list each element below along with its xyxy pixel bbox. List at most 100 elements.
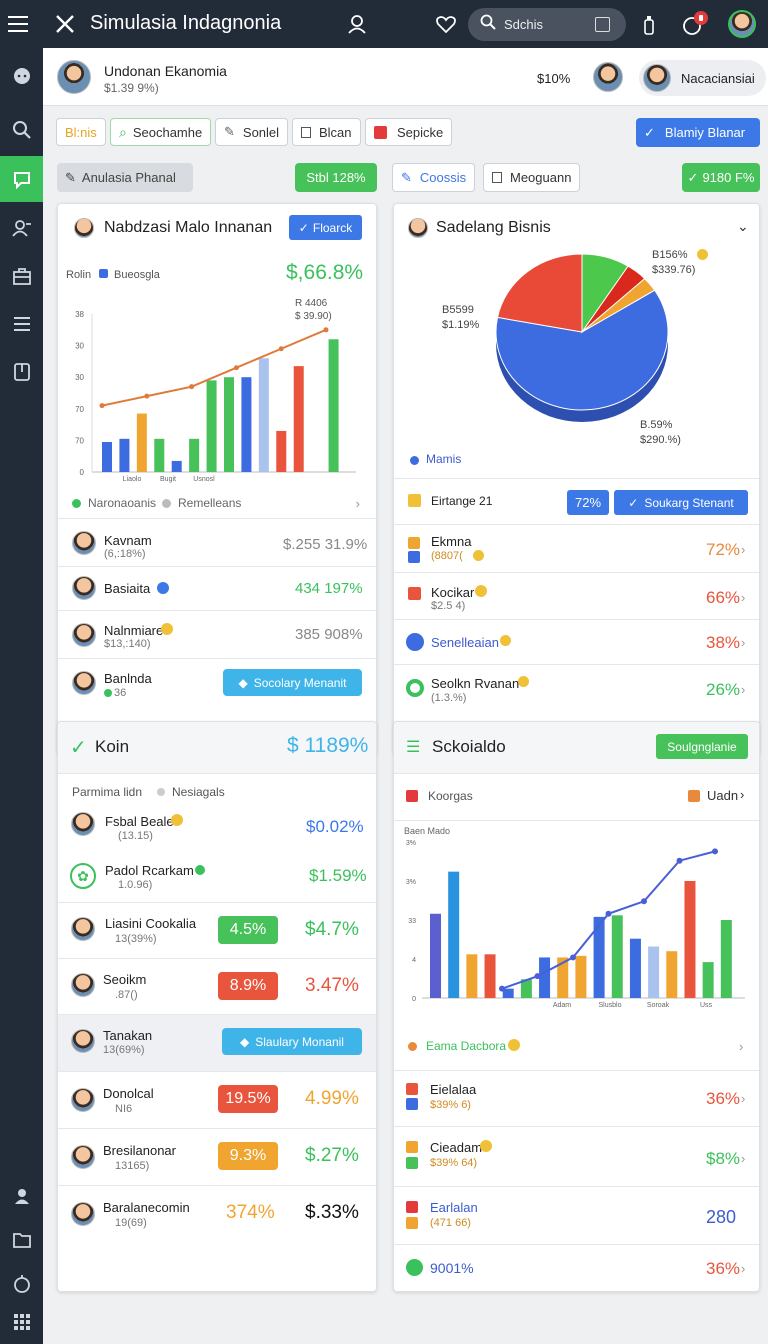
folder-icon[interactable] [0,1220,43,1260]
user-chip[interactable]: Nacaciansiai [639,60,766,96]
card1-row-button-label: Socolary Menanit [253,675,347,690]
card1-row[interactable]: Kavnam (6,:18%) $.255 31.9% [58,518,376,566]
card2-row[interactable]: Senelleaian 38% › [394,619,759,664]
card4-row-swatch-b [406,1098,418,1110]
chart3-bar [629,938,641,998]
card2-badge[interactable]: 72% [567,490,609,515]
card1-row-button[interactable]: ◆ Socolary Menanit [223,669,362,696]
heart-icon[interactable] [436,15,456,38]
card2-row[interactable]: Seolkn Rvanan (1.3.%) 26% › [394,664,759,710]
search-nav-icon[interactable] [0,110,43,150]
header-avatar-2[interactable] [593,62,623,92]
card1-footer-a: Naronaoanis [88,496,157,510]
card1-row[interactable]: Basiaita 434 197% [58,566,376,610]
status-badge-1[interactable]: Stbl 128% [295,163,377,192]
message-icon[interactable] [0,156,43,202]
chart1-bar [102,441,112,472]
profile-nav-icon[interactable] [0,1176,43,1216]
card3-row[interactable]: Bresilanonar 13165) 9.3% $.27% [58,1128,376,1185]
card2-row-chevron-icon[interactable]: › [741,542,745,557]
card4-row[interactable]: Earlalan (471 66) 280 [394,1186,759,1244]
card4-row-chevron-icon[interactable]: › [741,1091,745,1106]
card4-row[interactable]: 9001% 36% › [394,1244,759,1291]
menu-icon[interactable] [8,12,30,36]
toolbar-button-1[interactable]: Bl:nis [56,118,106,146]
toolbar-button-2[interactable]: ⌕ Seochamhe [110,118,212,146]
chart1-bar [224,377,234,472]
card2-row-chevron-icon[interactable]: › [741,590,745,605]
card3-big-value: $ 1189% [287,734,369,757]
briefcase-icon[interactable] [0,256,43,296]
card1-row[interactable]: Nalnmiare $13,:140) 385 908% [58,610,376,658]
card4-row[interactable]: Eielalaa $39% 6) 36% › [394,1070,759,1126]
card3-filter-b[interactable]: Nesiagals [172,785,225,799]
card2-row-name: Kocikar [431,585,475,600]
card3-row[interactable]: Tanakan 13(69%) ◆ Slaulary Monanil [58,1014,376,1071]
card1-check-icon: ✓ [298,220,309,235]
card3-row-sub: 13165) [115,1160,150,1172]
card2-filter-label[interactable]: Eirtange 21 [431,494,492,508]
notification-icon[interactable] [681,10,709,43]
card4-footer-chevron-icon[interactable]: › [739,1039,743,1054]
card2-row-chevron-icon[interactable]: › [741,635,745,650]
toolbar-button-3[interactable]: ✎ Sonlel [215,118,289,146]
card4-row-coin-icon [480,1140,492,1152]
card1-row[interactable]: Banlnda 36 ◆ Socolary Menanit [58,658,376,706]
card4-row-chevron-icon[interactable]: › [741,1151,745,1166]
toolbar-button-3-label: Sonlel [242,124,280,140]
circle-icon[interactable] [0,1264,43,1304]
chart1-point [99,403,105,409]
search-input[interactable]: Sdchis [468,8,626,41]
filter-button-1[interactable]: ✎ Anulasia Phanal [57,163,193,192]
card2-coin-icon [500,635,511,646]
toolbar-button-5[interactable]: Sepicke [365,118,453,146]
card3-row[interactable]: Liasini Cookalia 13(39%) 4.5% $4.7% [58,902,376,958]
close-icon[interactable] [55,14,75,39]
card1-footer-chevron-icon[interactable]: › [356,496,360,511]
card2-action-button[interactable]: ✓ Soukarg Stenant [614,490,748,515]
status-badge-2[interactable]: ✓ 9180 F% [682,163,760,192]
profile-avatar[interactable] [728,10,756,38]
card3-row[interactable]: Baralanecomin 19(69) 374% $.33% [58,1185,376,1243]
list-icon[interactable] [0,304,43,344]
chat-icon[interactable] [0,56,43,96]
card3-row[interactable]: Fsbal Beale (13.15) $0.02% [58,802,376,848]
chart1-y-tick: 70 [75,405,84,414]
user-icon[interactable] [347,14,367,39]
card4-row-swatch-a [406,1141,418,1153]
user-chip-label: Nacaciansiai [681,70,755,86]
search-small-icon: ⌕ [119,123,127,140]
card1-row-name: Banlnda [104,671,152,686]
card3-row[interactable]: Donolcal NI6 19.5% 4.99% [58,1071,376,1128]
card4-row[interactable]: Cieadam $39% 64) $8% › [394,1126,759,1186]
card4-action-button[interactable]: Soulgnglanie [656,734,748,759]
grid-icon[interactable] [0,1302,43,1342]
card4-row-chevron-icon[interactable]: › [741,1261,745,1276]
card3-row-value: $4.7% [305,919,359,940]
card3-filter-a[interactable]: Parmima lidn [72,785,142,799]
card3-row[interactable]: ✿ Padol Rcarkam 1.0.96) $1.59% [58,848,376,902]
card1-big-value: $,66.8% [286,261,364,284]
card2-dropdown-chevron-icon[interactable]: ⌄ [737,218,749,235]
tablet-icon[interactable] [595,17,610,32]
card1-row-avatar [72,623,96,647]
card2-row[interactable]: Ekmna (8807( 72% › [394,524,759,572]
header-value: $10% [537,71,571,86]
document-icon[interactable] [0,352,43,392]
toolbar-button-4[interactable]: Blcan [292,118,361,146]
card3-row-button[interactable]: ◆ Slaulary Monanil [222,1028,362,1055]
card3-row[interactable]: Seoikm .87() 8.9% 3.47% [58,958,376,1014]
primary-action-button[interactable]: ✓ Blamiy Blanar [636,118,760,147]
people-icon[interactable] [0,208,43,248]
filter-button-2[interactable]: ✎ Coossis [392,163,476,192]
card3-row-avatar [71,973,95,997]
card4-legend-chevron-icon[interactable]: › [740,787,744,802]
filter-button-3[interactable]: Meoguann [483,163,581,192]
card2-row[interactable]: Kocikar $2.5 4) 66% › [394,572,759,619]
card2-row-chevron-icon[interactable]: › [741,682,745,697]
card1-row-sub: 36 [114,687,127,699]
card3-row-value: $0.02% [306,817,364,836]
card3-check-icon: ✓ [70,737,87,759]
bottle-icon[interactable] [643,14,655,41]
card1-action-button[interactable]: ✓ Floarck [289,215,362,240]
